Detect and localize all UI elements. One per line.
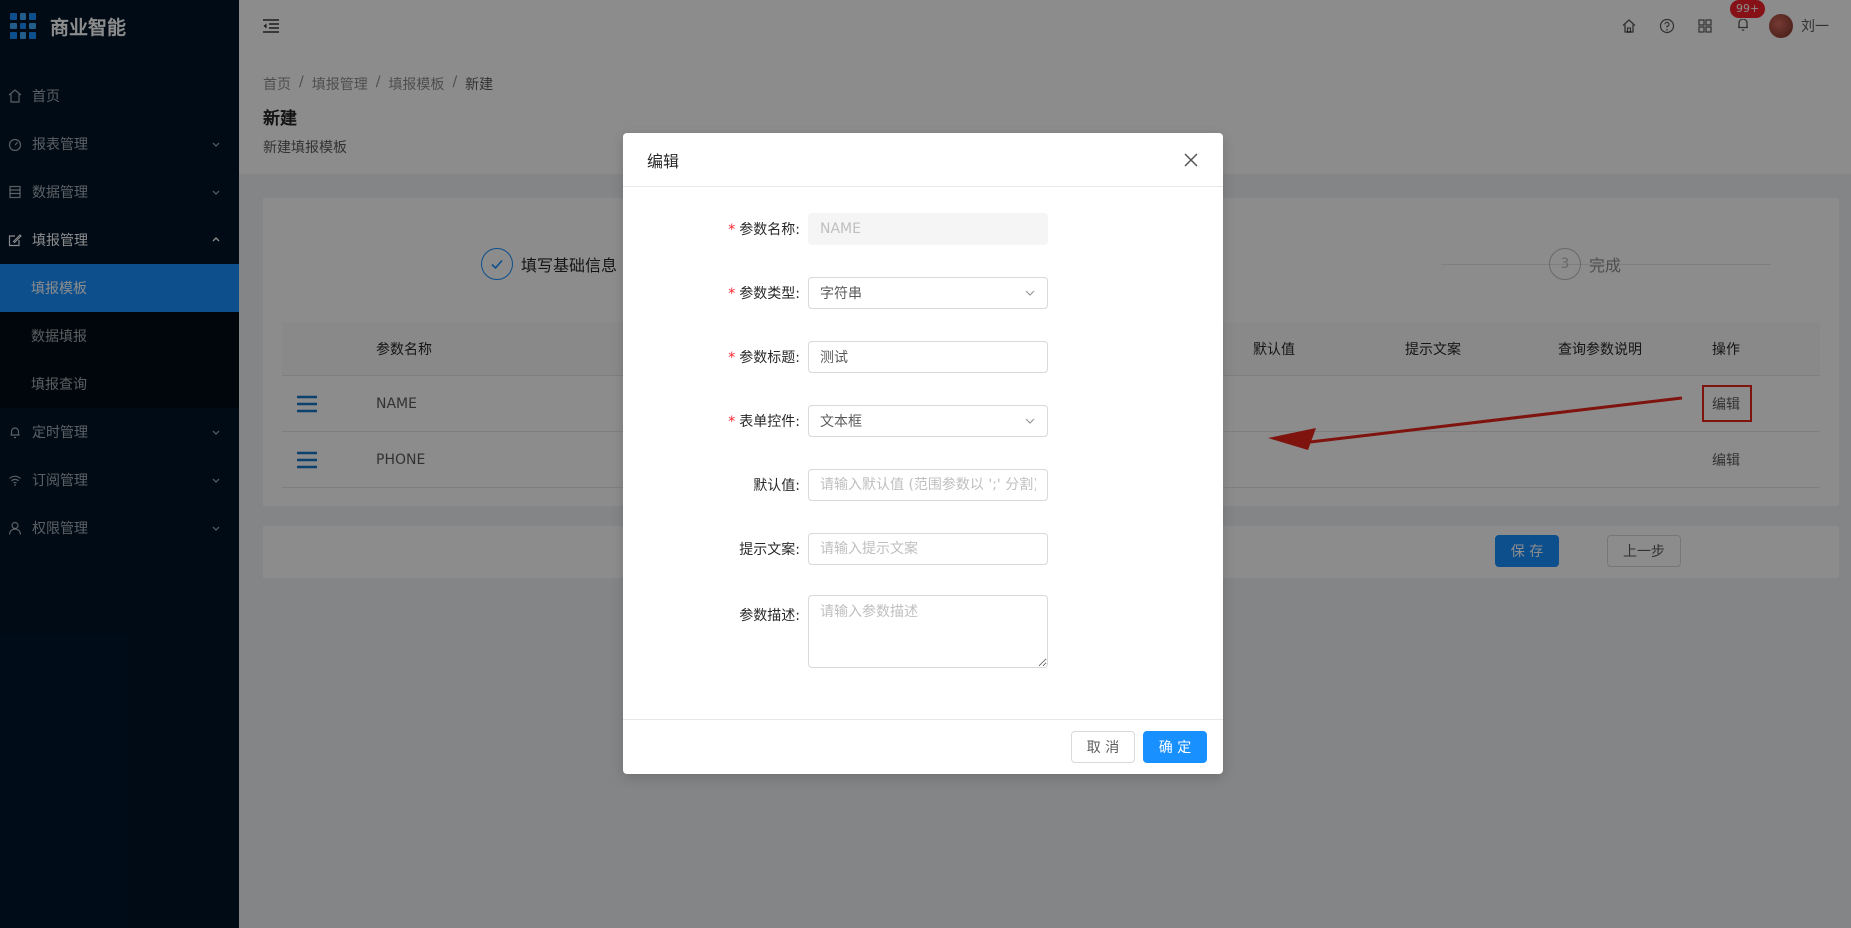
form-item-form-control: * 表单控件: 文本框 bbox=[623, 405, 1223, 437]
form-label: * 表单控件: bbox=[728, 414, 800, 430]
form-label: * 参数类型: bbox=[728, 286, 800, 302]
chevron-down-icon bbox=[1024, 415, 1036, 427]
form-item-param-title: * 参数标题: bbox=[623, 341, 1223, 373]
param-type-select[interactable]: 字符串 bbox=[808, 277, 1048, 309]
modal-title: 编辑 bbox=[647, 151, 680, 171]
chevron-down-icon bbox=[1024, 287, 1036, 299]
form-item-description: 参数描述: bbox=[623, 595, 1223, 668]
form-label: 参数描述: bbox=[739, 608, 800, 624]
required-mark: * bbox=[728, 414, 736, 430]
form-item-param-type: * 参数类型: 字符串 bbox=[623, 277, 1223, 309]
form-item-default-value: 默认值: bbox=[623, 469, 1223, 501]
form-control-select[interactable]: 文本框 bbox=[808, 405, 1048, 437]
form-item-param-name: * 参数名称: bbox=[623, 213, 1223, 245]
form-label: 默认值: bbox=[753, 478, 800, 494]
ok-button[interactable]: 确 定 bbox=[1143, 731, 1207, 763]
required-mark: * bbox=[728, 350, 736, 366]
edit-modal: 编辑 *参数名称: *参数类型: 字符串 *参数标题: *表单控件: 文本框 bbox=[623, 133, 1223, 774]
close-icon[interactable] bbox=[1183, 152, 1199, 168]
form-item-hint: 提示文案: bbox=[623, 533, 1223, 565]
description-textarea[interactable] bbox=[808, 595, 1048, 668]
edit-form: *参数名称: *参数类型: 字符串 *参数标题: *表单控件: 文本框 默认值: bbox=[623, 187, 1223, 718]
modal-footer: 取 消 确 定 bbox=[623, 719, 1223, 774]
required-mark: * bbox=[728, 222, 736, 238]
param-title-input[interactable] bbox=[808, 341, 1048, 373]
param-name-input bbox=[808, 213, 1048, 245]
modal-header: 编辑 bbox=[623, 133, 1223, 187]
form-label: * 参数名称: bbox=[728, 222, 800, 238]
select-value: 字符串 bbox=[820, 286, 862, 302]
required-mark: * bbox=[728, 286, 736, 302]
cancel-button[interactable]: 取 消 bbox=[1071, 731, 1135, 763]
form-label: * 参数标题: bbox=[728, 350, 800, 366]
select-value: 文本框 bbox=[820, 414, 862, 430]
hint-input[interactable] bbox=[808, 533, 1048, 565]
default-value-input[interactable] bbox=[808, 469, 1048, 501]
form-label: 提示文案: bbox=[739, 542, 800, 558]
